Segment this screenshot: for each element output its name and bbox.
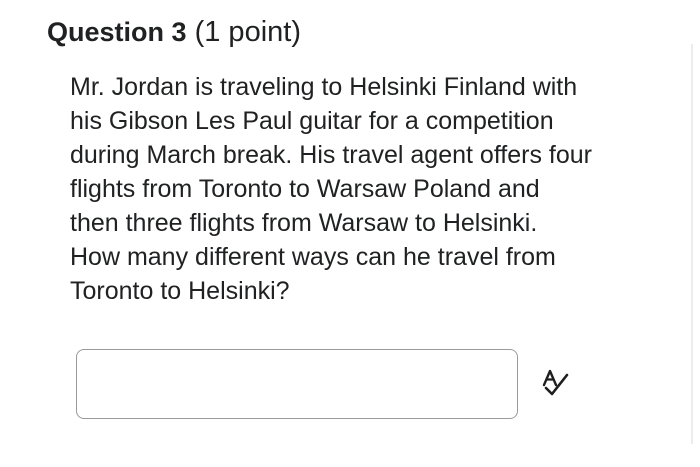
- answer-input[interactable]: [76, 349, 518, 419]
- question-text-line: How many different ways can he travel fr…: [70, 243, 556, 271]
- question-text-line: Mr. Jordan is traveling to Helsinki Finl…: [70, 73, 578, 101]
- question-text-line: his Gibson Les Paul guitar for a competi…: [70, 107, 554, 135]
- question-title: Question 3: [47, 17, 187, 47]
- question-header: Question 3 (1 point): [47, 14, 301, 50]
- spellcheck-icon: [540, 368, 572, 398]
- question-text-line: during March break. His travel agent off…: [70, 141, 593, 169]
- question-text-line: Toronto to Helsinki?: [70, 277, 290, 305]
- question-text-line: then three flights from Warsaw to Helsin…: [70, 209, 538, 237]
- spellcheck-button[interactable]: [537, 366, 575, 400]
- question-points: (1 point): [194, 16, 301, 48]
- scrollbar-track[interactable]: [691, 44, 693, 444]
- question-text: Mr. Jordan is traveling to Helsinki Finl…: [70, 70, 670, 308]
- quiz-page: Question 3 (1 point) Mr. Jordan is trave…: [0, 0, 700, 467]
- question-text-line: flights from Toronto to Warsaw Poland an…: [70, 175, 540, 203]
